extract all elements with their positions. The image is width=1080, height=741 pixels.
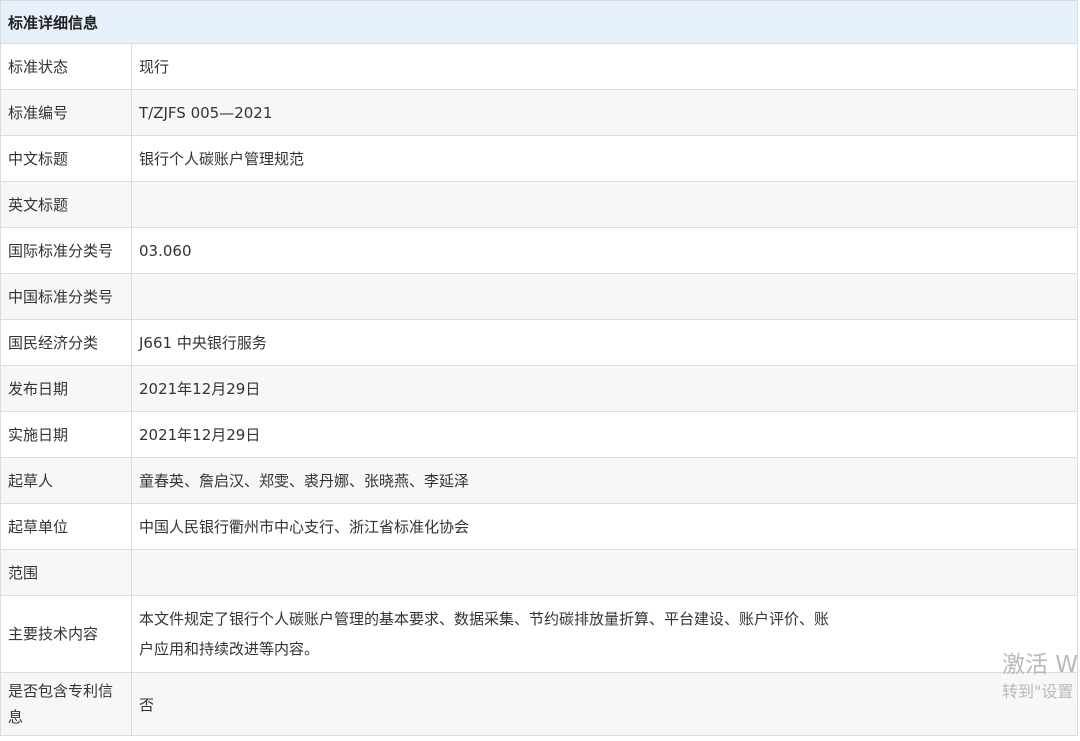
standard-detail-table: 标准详细信息 标准状态 现行 标准编号 T/ZJFS 005—2021 中文标题… bbox=[0, 0, 1078, 736]
row-value: 中国人民银行衢州市中心支行、浙江省标准化协会 bbox=[131, 503, 1078, 550]
row-value bbox=[131, 273, 1078, 320]
row-label: 发布日期 bbox=[0, 365, 132, 412]
table-row: 中国标准分类号 bbox=[0, 273, 1078, 320]
row-value: J661 中央银行服务 bbox=[131, 319, 1078, 366]
row-value: 否 bbox=[131, 672, 1078, 736]
row-label: 中文标题 bbox=[0, 135, 132, 182]
activation-watermark: 激活 W bbox=[1002, 652, 1079, 678]
table-row: 起草人 童春英、詹启汉、郑雯、裘丹娜、张晓燕、李延泽 bbox=[0, 457, 1078, 504]
row-label: 范围 bbox=[0, 549, 132, 596]
table-row: 标准编号 T/ZJFS 005—2021 bbox=[0, 89, 1078, 136]
row-label: 标准编号 bbox=[0, 89, 132, 136]
row-value: 现行 bbox=[131, 43, 1078, 90]
row-label: 是否包含专利信息 bbox=[0, 672, 132, 736]
row-value: 童春英、詹启汉、郑雯、裘丹娜、张晓燕、李延泽 bbox=[131, 457, 1078, 504]
table-row: 国民经济分类 J661 中央银行服务 bbox=[0, 319, 1078, 366]
table-row: 主要技术内容 本文件规定了银行个人碳账户管理的基本要求、数据采集、节约碳排放量折… bbox=[0, 595, 1078, 673]
row-value: T/ZJFS 005—2021 bbox=[131, 89, 1078, 136]
row-label: 英文标题 bbox=[0, 181, 132, 228]
row-value bbox=[131, 181, 1078, 228]
row-label: 主要技术内容 bbox=[0, 595, 132, 673]
row-label: 起草单位 bbox=[0, 503, 132, 550]
row-value: 本文件规定了银行个人碳账户管理的基本要求、数据采集、节约碳排放量折算、平台建设、… bbox=[131, 595, 1078, 673]
row-value: 银行个人碳账户管理规范 bbox=[131, 135, 1078, 182]
row-value: 2021年12月29日 bbox=[131, 411, 1078, 458]
table-row: 实施日期 2021年12月29日 bbox=[0, 411, 1078, 458]
row-label: 起草人 bbox=[0, 457, 132, 504]
row-value bbox=[131, 549, 1078, 596]
table-header-row: 标准详细信息 bbox=[0, 0, 1078, 44]
table-row: 起草单位 中国人民银行衢州市中心支行、浙江省标准化协会 bbox=[0, 503, 1078, 550]
table-row: 发布日期 2021年12月29日 bbox=[0, 365, 1078, 412]
section-title: 标准详细信息 bbox=[0, 0, 1078, 44]
row-label: 实施日期 bbox=[0, 411, 132, 458]
row-value: 2021年12月29日 bbox=[131, 365, 1078, 412]
row-label: 国际标准分类号 bbox=[0, 227, 132, 274]
activation-watermark-hint: 转到"设置 bbox=[1002, 682, 1074, 701]
table-row: 范围 bbox=[0, 549, 1078, 596]
row-label: 国民经济分类 bbox=[0, 319, 132, 366]
row-value: 03.060 bbox=[131, 227, 1078, 274]
table-row: 是否包含专利信息 否 bbox=[0, 672, 1078, 736]
row-value-text: 本文件规定了银行个人碳账户管理的基本要求、数据采集、节约碳排放量折算、平台建设、… bbox=[139, 610, 830, 658]
row-label: 中国标准分类号 bbox=[0, 273, 132, 320]
table-row: 国际标准分类号 03.060 bbox=[0, 227, 1078, 274]
row-label: 标准状态 bbox=[0, 43, 132, 90]
table-row: 英文标题 bbox=[0, 181, 1078, 228]
table-row: 中文标题 银行个人碳账户管理规范 bbox=[0, 135, 1078, 182]
table-row: 标准状态 现行 bbox=[0, 43, 1078, 90]
